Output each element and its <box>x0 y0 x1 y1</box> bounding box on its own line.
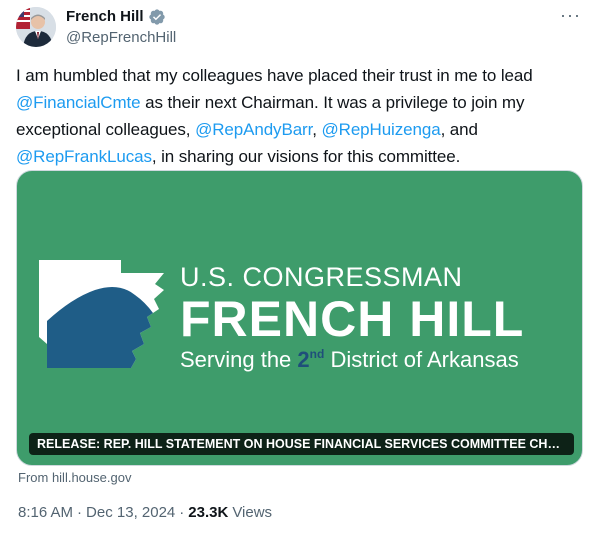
tweet-text-segment: , in sharing our visions for this commit… <box>151 147 461 166</box>
author-name-row: French Hill <box>66 7 166 27</box>
card-district-suffix: District of Arkansas <box>324 347 519 372</box>
card-source-link[interactable]: From hill.house.gov <box>18 470 131 485</box>
author-display-name[interactable]: French Hill <box>66 7 144 27</box>
avatar-image <box>16 7 56 47</box>
card-district-line: Serving the 2nd District of Arkansas <box>180 347 519 373</box>
tweet-time[interactable]: 8:16 AM <box>18 504 73 521</box>
more-icon[interactable]: ··· <box>560 6 580 28</box>
tweet-date[interactable]: Dec 13, 2024 <box>86 504 175 521</box>
mention-link[interactable]: @RepAndyBarr <box>195 120 312 139</box>
mention-link[interactable]: @RepHuizenga <box>321 120 440 139</box>
tweet-text-segment: I am humbled that my colleagues have pla… <box>16 66 533 85</box>
avatar[interactable] <box>16 7 56 47</box>
tweet: French Hill @RepFrenchHill ··· I am humb… <box>0 0 600 543</box>
tweet-text-segment: , and <box>440 120 478 139</box>
meta-separator: · <box>179 504 185 521</box>
link-card[interactable]: U.S. CONGRESSMAN FRENCH HILL Serving the… <box>16 170 583 466</box>
meta-separator: · <box>77 504 83 521</box>
card-district-ordinal: nd <box>309 347 325 361</box>
card-caption: RELEASE: REP. HILL STATEMENT ON HOUSE FI… <box>29 433 574 455</box>
tweet-meta: 8:16 AM · Dec 13, 2024 · 23.3K Views <box>18 504 272 521</box>
author-handle[interactable]: @RepFrenchHill <box>66 28 176 48</box>
views-label: Views <box>232 504 273 521</box>
verified-badge-icon <box>148 8 166 26</box>
mention-link[interactable]: @FinancialCmte <box>16 93 141 112</box>
views-count: 23.3K <box>188 504 229 521</box>
card-district-prefix: Serving the <box>180 347 298 372</box>
tweet-text: I am humbled that my colleagues have pla… <box>16 62 581 170</box>
card-name-line: FRENCH HILL <box>180 291 525 347</box>
mention-link[interactable]: @RepFrankLucas <box>16 147 152 166</box>
card-title-line: U.S. CONGRESSMAN <box>180 262 463 292</box>
card-district-number: 2 <box>297 347 310 372</box>
